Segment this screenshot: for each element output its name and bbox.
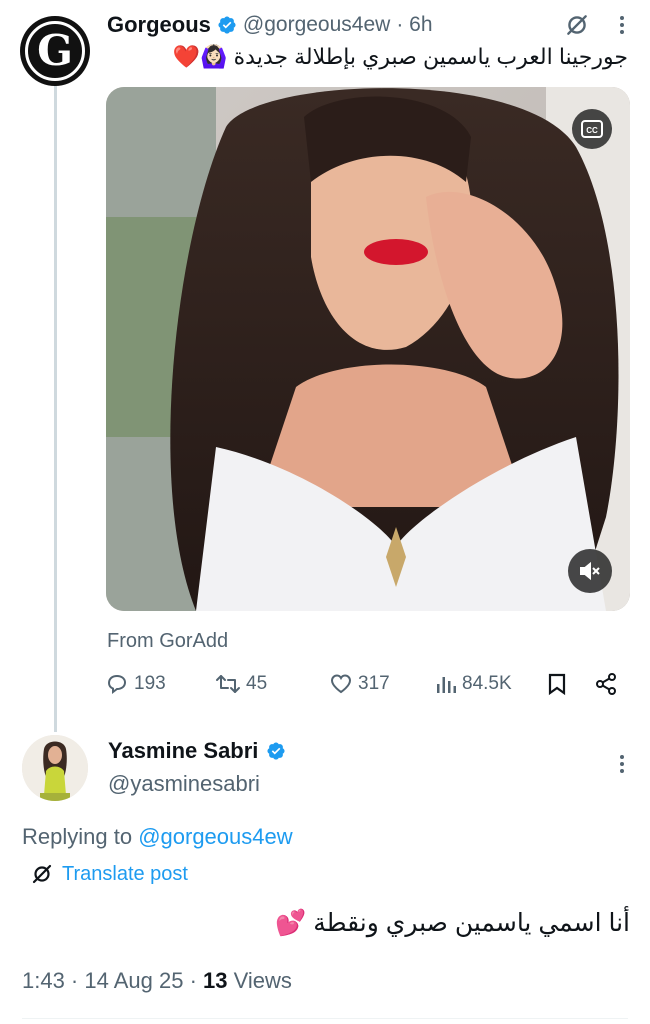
top-tweet-header: Gorgeous @gorgeous4ew · 6h [107, 12, 433, 38]
reply-author-name[interactable]: Yasmine Sabri [108, 738, 258, 764]
reply-meta: 1:43 · 14 Aug 25 · 13 Views [22, 968, 292, 994]
bookmark-icon [548, 673, 566, 696]
reply-author-row: Yasmine Sabri [108, 738, 286, 764]
more-dots-icon[interactable] [618, 13, 626, 37]
thread-connector-line [54, 84, 57, 732]
video-frame [106, 87, 630, 611]
volume-muted-icon [580, 561, 600, 581]
like-button[interactable]: 317 [328, 672, 390, 696]
verified-badge-icon [218, 16, 236, 34]
repost-icon [216, 675, 240, 693]
mute-button[interactable] [568, 549, 612, 593]
translate-post-button[interactable]: Translate post [30, 862, 188, 886]
translate-icon [32, 864, 52, 884]
verified-badge-icon [267, 742, 285, 760]
author-name[interactable]: Gorgeous [107, 12, 211, 38]
author-handle[interactable]: @gorgeous4ew [243, 13, 390, 37]
more-dots-icon[interactable] [618, 752, 626, 776]
repost-button[interactable]: 45 [214, 672, 267, 696]
translate-label: Translate post [62, 862, 188, 885]
avatar-letter: G [37, 26, 73, 75]
post-time[interactable]: · 6h [396, 13, 432, 37]
tweet-actions-bar: 193 45 317 84.5K [104, 672, 624, 702]
svg-text:CC: CC [586, 126, 598, 135]
top-tweet-actions-header [564, 12, 626, 38]
yasmine-avatar[interactable] [22, 735, 88, 801]
bookmark-button[interactable] [546, 672, 568, 696]
reply-author-handle[interactable]: @yasminesabri [108, 771, 260, 797]
reply-tweet-text: أنا اسمي ياسمين صبري ونقطة 💕 [275, 909, 630, 937]
closed-captions-icon: CC [581, 120, 603, 138]
heart-icon [330, 674, 352, 694]
grok-icon[interactable] [564, 12, 590, 38]
avatar-ring: G [25, 21, 85, 81]
media-attribution[interactable]: From GorAdd [107, 630, 228, 653]
video-player[interactable]: CC [106, 87, 630, 611]
closed-captions-button[interactable]: CC [572, 109, 612, 149]
gorgeous-avatar[interactable]: G [20, 16, 90, 86]
reply-icon [107, 674, 127, 694]
reply-views-count: 13 [203, 968, 228, 993]
top-tweet-text: جورجينا العرب ياسمين صبري بإطلالة جديدة … [172, 44, 628, 69]
views-button[interactable]: 84.5K [434, 672, 512, 696]
view-count: 84.5K [462, 673, 512, 694]
share-button[interactable] [594, 672, 618, 696]
divider [22, 1018, 628, 1019]
reply-button[interactable]: 193 [104, 672, 166, 696]
reply-count: 193 [134, 673, 166, 694]
avatar-photo [22, 735, 88, 801]
like-count: 317 [358, 673, 390, 694]
reply-views-label: Views [227, 968, 292, 993]
repost-count: 45 [246, 673, 268, 694]
share-icon [596, 673, 616, 695]
replying-to-line: Replying to @gorgeous4ew [22, 824, 293, 850]
replying-to-handle[interactable]: @gorgeous4ew [138, 824, 292, 849]
analytics-icon [437, 677, 456, 693]
replying-to-label: Replying to [22, 824, 139, 849]
reply-timestamp[interactable]: 1:43 · 14 Aug 25 · [22, 968, 203, 993]
